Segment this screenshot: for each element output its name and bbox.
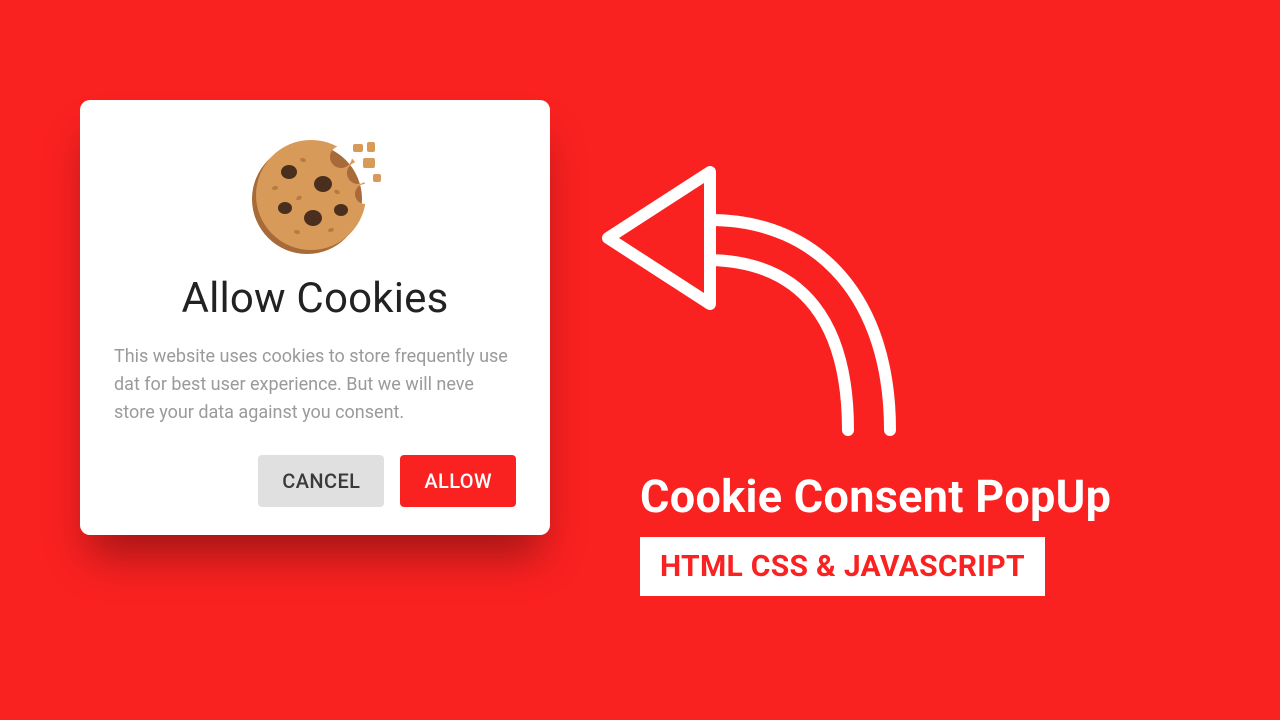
cookie-icon (245, 136, 385, 256)
promo-heading: Cookie Consent PopUp (640, 470, 1111, 523)
promo-block: Cookie Consent PopUp HTML CSS & JAVASCRI… (640, 470, 1111, 596)
allow-button[interactable]: ALLOW (400, 455, 516, 507)
cancel-button[interactable]: CANCEL (258, 455, 384, 507)
popup-body-text: This website uses cookies to store frequ… (114, 343, 516, 427)
promo-tag: HTML CSS & JAVASCRIPT (640, 537, 1045, 596)
popup-title: Allow Cookies (181, 274, 448, 323)
curved-arrow-left-icon (590, 130, 950, 450)
popup-button-row: CANCEL ALLOW (114, 455, 516, 507)
cookie-consent-popup: Allow Cookies This website uses cookies … (80, 100, 550, 535)
popup-content: Allow Cookies This website uses cookies … (114, 132, 516, 507)
